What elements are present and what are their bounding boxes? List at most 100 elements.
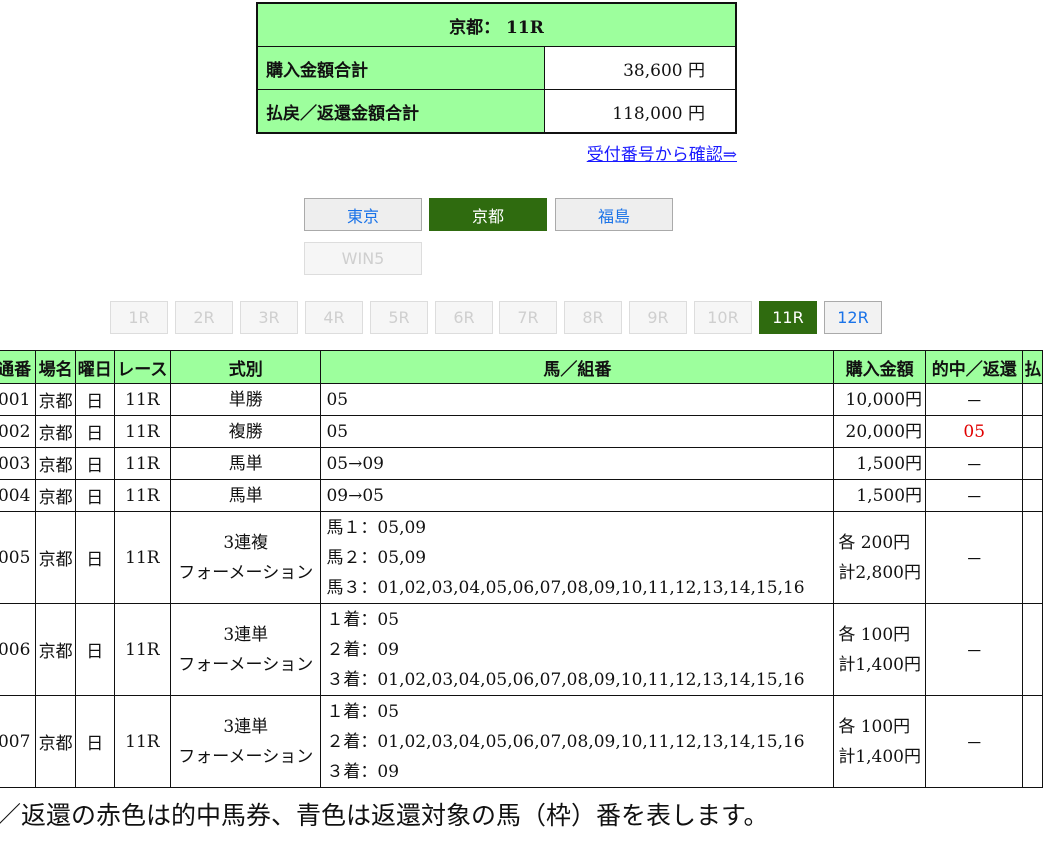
serial-cell: 007 — [0, 695, 37, 788]
bet-type-cell: 3連単 フォーメーション — [170, 695, 322, 788]
result-cell: － — [925, 447, 1024, 480]
venue-button-kyoto[interactable]: 京都 — [429, 198, 547, 231]
combination-line: 馬２：05,09 — [326, 547, 427, 568]
amount-cell: 各 100円 計1,400円 — [833, 695, 927, 788]
day-cell: 日 — [74, 383, 115, 416]
bet-type-line: フォーメーション — [178, 746, 314, 767]
amount-cell: 1,500円 — [833, 447, 927, 480]
combination-line: 05→09 — [326, 453, 384, 474]
legend-note: ／返還の赤色は的中馬券、青色は返還対象の馬（枠）番を表します。 — [0, 801, 769, 830]
race-button-5r: 5R — [370, 301, 428, 334]
bet-type-cell: 馬単 — [170, 479, 322, 512]
combination-line: ３着：09 — [326, 761, 400, 782]
bet-type-line: 馬単 — [228, 485, 263, 506]
bet-type-line: 3連複 — [223, 532, 269, 553]
combination-cell: １着：05 ２着：09 ３着：01,02,03,04,05,06,07,08,09,… — [320, 603, 835, 696]
race-button-3r: 3R — [240, 301, 298, 334]
bet-type-cell: 3連複フォーメーション — [170, 511, 322, 604]
venue-cell: 京都 — [35, 447, 76, 480]
payout-cell — [1022, 415, 1043, 448]
header-serial: 通番 — [0, 350, 37, 384]
result-cell: － — [925, 695, 1024, 788]
combination-cell: 05→09 — [320, 447, 835, 480]
serial-cell: 002 — [0, 415, 37, 448]
combination-line: ３着：01,02,03,04,05,06,07,08,09,10,11,12,1… — [326, 669, 805, 690]
amount-line: 10,000円 — [845, 389, 923, 410]
table-row: 001 京都日 11R 単勝 05 10,000円－ — [0, 383, 1043, 416]
bet-type-line: 複勝 — [228, 421, 263, 442]
race-button-4r: 4R — [305, 301, 363, 334]
bet-type-line: 3連単 — [223, 624, 269, 645]
venue-cell: 京都 — [35, 415, 76, 448]
bet-type-cell: 馬単 — [170, 447, 322, 480]
bets-header-row: 通番 場名 曜日 レース 式別 馬／組番 購入金額 的中／返還払 — [0, 350, 1043, 384]
table-row: 006 京都日 11R 3連単 フォーメーション １着：05 ２着：09 ３着：01,02,0… — [0, 603, 1043, 696]
bet-type-cell: 単勝 — [170, 383, 322, 416]
serial-cell: 006 — [0, 603, 37, 696]
bets-table: 通番 場名 曜日 レース 式別 馬／組番 購入金額 的中／返還払 001 京都日 11R 単勝 05 1… — [0, 350, 1043, 788]
day-cell: 日 — [74, 479, 115, 512]
summary-table: 京都： 11R 購入金額合計 38,600 円 払戻／返還金額合計 118,00… — [256, 2, 737, 134]
race-button-12r[interactable]: 12R — [824, 301, 882, 334]
amount-line: 計1,400円 — [838, 654, 921, 675]
combination-cell: 05 — [320, 415, 835, 448]
header-race: レース — [113, 350, 172, 384]
venue-cell: 京都 — [35, 479, 76, 512]
combination-cell: １着：05 ２着：01,02,03,04,05,06,07,08,09,10,11… — [320, 695, 835, 788]
race-cell: 11R — [113, 511, 172, 604]
day-cell: 日 — [74, 447, 115, 480]
bet-type-line: 単勝 — [228, 389, 263, 410]
serial-cell: 004 — [0, 479, 37, 512]
race-button-11r[interactable]: 11R — [759, 301, 817, 334]
result-cell: 05 — [925, 415, 1024, 448]
race-cell: 11R — [113, 695, 172, 788]
venue-cell: 京都 — [35, 695, 76, 788]
race-cell: 11R — [113, 603, 172, 696]
refund-total-label: 払戻／返還金額合計 — [256, 89, 545, 134]
serial-cell: 001 — [0, 383, 37, 416]
confirm-by-receipt-link[interactable]: 受付番号から確認⇒ — [587, 140, 737, 165]
race-button-10r: 10R — [694, 301, 752, 334]
race-button-7r: 7R — [499, 301, 557, 334]
race-button-8r: 8R — [564, 301, 622, 334]
race-button-6r: 6R — [435, 301, 493, 334]
combination-line: 馬１：05,09 — [326, 517, 427, 538]
amount-cell: 各 200円 計2,800円 — [833, 511, 927, 604]
amount-cell: 10,000円 — [833, 383, 927, 416]
combination-cell: 05 — [320, 383, 835, 416]
purchase-total-value: 38,600 円 — [544, 46, 737, 90]
header-day: 曜日 — [74, 350, 115, 384]
venue-button-tokyo[interactable]: 東京 — [304, 198, 422, 231]
venue-button-fukushima[interactable]: 福島 — [555, 198, 673, 231]
payout-cell — [1022, 383, 1043, 416]
day-cell: 日 — [74, 695, 115, 788]
day-cell: 日 — [74, 415, 115, 448]
race-button-9r: 9R — [629, 301, 687, 334]
table-row: 007 京都日 11R 3連単 フォーメーション １着：05 ２着：01,02,03,04,… — [0, 695, 1043, 788]
race-cell: 11R — [113, 383, 172, 416]
purchase-total-label: 購入金額合計 — [256, 46, 545, 90]
table-row: 003 京都日 11R 馬単 05→09 1,500円－ — [0, 447, 1043, 480]
header-payout: 払 — [1022, 350, 1043, 384]
amount-line: 1,500円 — [856, 453, 923, 474]
race-button-2r: 2R — [175, 301, 233, 334]
race-cell: 11R — [113, 415, 172, 448]
day-cell: 日 — [74, 603, 115, 696]
result-cell: － — [925, 603, 1024, 696]
result-cell: － — [925, 479, 1024, 512]
venue-cell: 京都 — [35, 383, 76, 416]
combination-line: 05 — [326, 421, 349, 442]
summary-title: 京都： 11R — [256, 2, 737, 47]
table-row: 005 京都日 11R 3連複 フォーメーション 馬１：05,09 馬２：05,09 馬３：0… — [0, 511, 1043, 604]
amount-line: 各 200円 — [838, 532, 911, 553]
payout-cell — [1022, 447, 1043, 480]
combination-cell: 09→05 — [320, 479, 835, 512]
payout-cell — [1022, 511, 1043, 604]
header-bet-type: 式別 — [170, 350, 322, 384]
payout-cell — [1022, 695, 1043, 788]
combination-cell: 馬１：05,09 馬２：05,09 馬３：01,02,03,04,05,06,07,… — [320, 511, 835, 604]
amount-line: 各 100円 — [838, 716, 911, 737]
combination-line: 09→05 — [326, 485, 384, 506]
combination-line: 05 — [326, 389, 349, 410]
bet-type-line: フォーメーション — [178, 562, 314, 583]
